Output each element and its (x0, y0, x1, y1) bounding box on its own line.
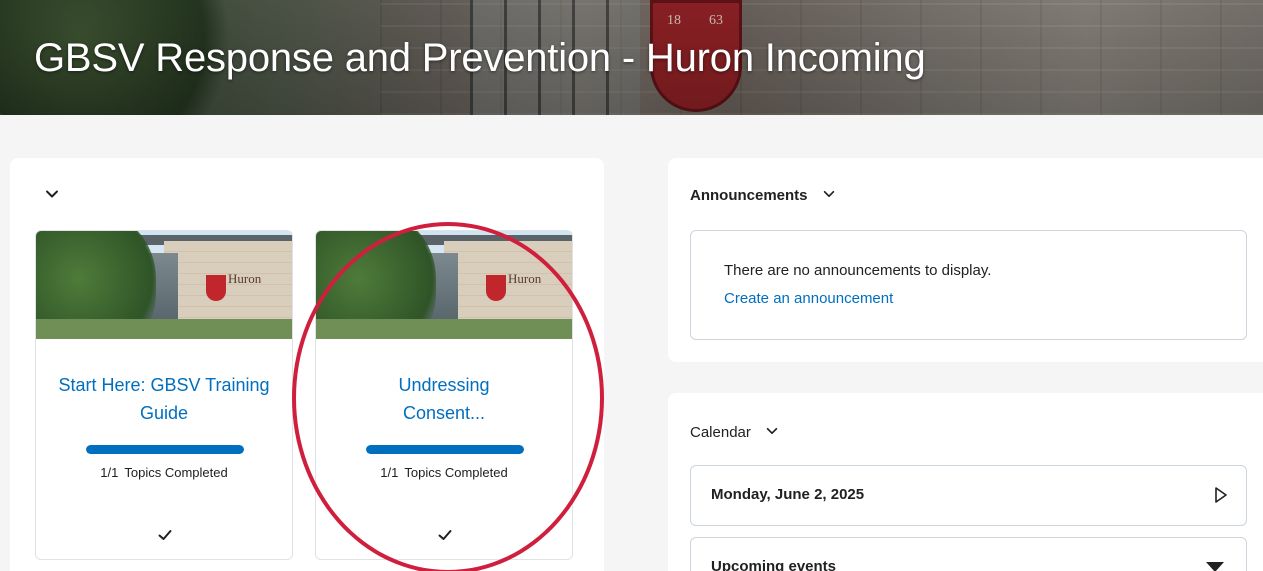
progress-bar (366, 445, 524, 454)
card-title-link[interactable]: Start Here: GBSV Training Guide (58, 375, 269, 423)
progress-fill (86, 445, 244, 454)
chevron-down-icon[interactable] (822, 187, 836, 201)
create-announcement-link[interactable]: Create an announcement (724, 290, 893, 307)
chevron-down-icon[interactable] (765, 424, 779, 438)
topics-status: Topics Completed (124, 465, 228, 480)
announcements-heading-label: Announcements (690, 187, 808, 204)
topics-status: Topics Completed (404, 465, 508, 480)
content-card-1[interactable]: Huron Start Here: GBSV Training Guide 1/… (35, 230, 293, 560)
card-title-link[interactable]: Undressing Consent... (398, 375, 489, 423)
chevron-down-icon[interactable] (44, 186, 60, 202)
course-title: GBSV Response and Prevention - Huron Inc… (34, 36, 926, 80)
no-announcements-text: There are no announcements to display. (724, 262, 992, 279)
topics-count: 1/1 (100, 465, 119, 480)
calendar-heading-label: Calendar (690, 424, 751, 441)
calendar-heading[interactable]: Calendar (690, 424, 779, 441)
checkmark-icon (438, 530, 452, 540)
huron-shield-icon (206, 275, 226, 301)
card-title[interactable]: Start Here: GBSV Training Guide (36, 371, 292, 427)
progress-label: 1/1 Topics Completed (36, 465, 292, 480)
card-logo-word: Huron (508, 271, 542, 286)
card-image: Huron (36, 231, 292, 339)
card-logo-word: Huron (228, 271, 262, 286)
progress-bar (86, 445, 244, 454)
upcoming-events-label: Upcoming events (711, 558, 837, 571)
checkmark-icon (158, 530, 172, 540)
progress-label: 1/1 Topics Completed (316, 465, 572, 480)
announcements-box (690, 230, 1247, 340)
card-image: Huron (316, 231, 572, 339)
progress-fill (366, 445, 524, 454)
announcements-heading[interactable]: Announcements (690, 187, 836, 204)
course-banner: 18 63 GBSV Response and Prevention - Hur… (0, 0, 1263, 115)
card-title[interactable]: Undressing Consent... (316, 371, 572, 427)
topics-count: 1/1 (380, 465, 399, 480)
huron-shield-icon (486, 275, 506, 301)
upcoming-events-section[interactable]: Upcoming events (690, 537, 1247, 571)
content-card-2[interactable]: Huron Undressing Consent... 1/1 Topics Co… (315, 230, 573, 560)
caret-down-icon[interactable] (1206, 562, 1224, 571)
calendar-date-selector[interactable]: Monday, June 2, 2025 (690, 465, 1247, 526)
calendar-date: Monday, June 2, 2025 (711, 486, 865, 503)
play-triangle-icon[interactable] (1214, 486, 1228, 504)
